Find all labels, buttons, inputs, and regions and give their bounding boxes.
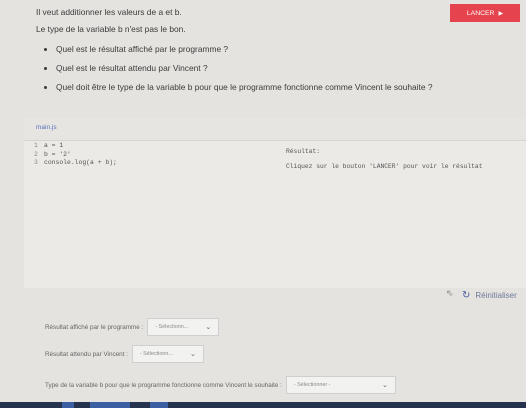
instruction-line-1: Il veut additionner les valeurs de a et … — [36, 7, 182, 17]
line-number: 3 — [34, 159, 38, 166]
line-number: 2 — [34, 150, 38, 158]
question-item: Quel doit être le type de la variable b … — [56, 78, 432, 97]
reset-label: Réinitialiser — [475, 291, 517, 300]
select-placeholder: - Sélectionn... — [155, 324, 189, 330]
code-line: 2 b = '2' — [34, 151, 274, 160]
question-label: Résultat attendu par Vincent : — [45, 350, 128, 358]
output-message: Cliquez sur le bouton 'LANCER' pour voir… — [286, 163, 483, 170]
output-label: Résultat: — [286, 148, 321, 155]
run-button-label: LANCER — [466, 9, 495, 17]
taskbar-app-icon[interactable] — [90, 402, 130, 408]
instruction-line-2: Le type de la variable b n'est pas le bo… — [36, 24, 186, 34]
expected-result-select[interactable]: - Sélectionn... ⌄ — [131, 345, 204, 363]
reset-button[interactable]: ↻ Réinitialiser — [462, 290, 517, 301]
taskbar-app-icon[interactable] — [150, 402, 168, 408]
select-placeholder: - Sélectionner - — [293, 382, 331, 388]
chevron-down-icon: ⌄ — [189, 351, 196, 358]
chevron-down-icon: ⌄ — [205, 324, 212, 331]
variable-type-select[interactable]: - Sélectionner - ⌄ — [285, 376, 396, 394]
question-item: Quel est le résultat affiché par le prog… — [56, 40, 432, 59]
code-text: a = 1 — [44, 142, 64, 149]
code-text: console.log(a + b); — [44, 159, 117, 166]
question-label: Résultat affiché par le programme : — [45, 323, 144, 331]
question-expected-result: Résultat attendu par Vincent : - Sélecti… — [45, 345, 204, 363]
taskbar-app-icon[interactable] — [62, 402, 74, 408]
os-taskbar — [0, 402, 526, 408]
file-tab-main-js[interactable]: main.js — [36, 124, 57, 131]
question-list: Quel est le résultat affiché par le prog… — [36, 40, 432, 97]
refresh-icon: ↻ — [462, 290, 471, 301]
output-area: Résultat: Cliquez sur le bouton 'LANCER'… — [286, 148, 526, 170]
code-line: 3 console.log(a + b); — [34, 159, 274, 168]
instructions: Il veut additionner les valeurs de a et … — [36, 4, 432, 97]
displayed-result-select[interactable]: - Sélectionn... ⌄ — [147, 318, 220, 336]
select-placeholder: - Sélectionn... — [139, 351, 173, 357]
question-variable-type: Type de la variable b pour que le progra… — [45, 376, 396, 394]
code-panel: main.js 1 a = 1 2 b = '2' 3 console.log(… — [24, 118, 526, 288]
run-button[interactable]: LANCER ▶ — [450, 4, 520, 22]
question-displayed-result: Résultat affiché par le programme : - Sé… — [45, 318, 220, 336]
chevron-down-icon: ⌄ — [381, 382, 388, 389]
question-label: Type de la variable b pour que le progra… — [45, 381, 282, 389]
editor-toolbar: main.js — [24, 118, 526, 141]
code-editor[interactable]: 1 a = 1 2 b = '2' 3 console.log(a + b); — [34, 142, 274, 282]
play-icon: ▶ — [498, 10, 504, 17]
code-line: 1 a = 1 — [34, 142, 274, 151]
code-text: b = '2' — [44, 150, 71, 158]
question-item: Quel est le résultat attendu par Vincent… — [56, 59, 432, 78]
line-number: 1 — [34, 142, 38, 149]
mouse-cursor-icon: ⇖ — [446, 288, 454, 298]
